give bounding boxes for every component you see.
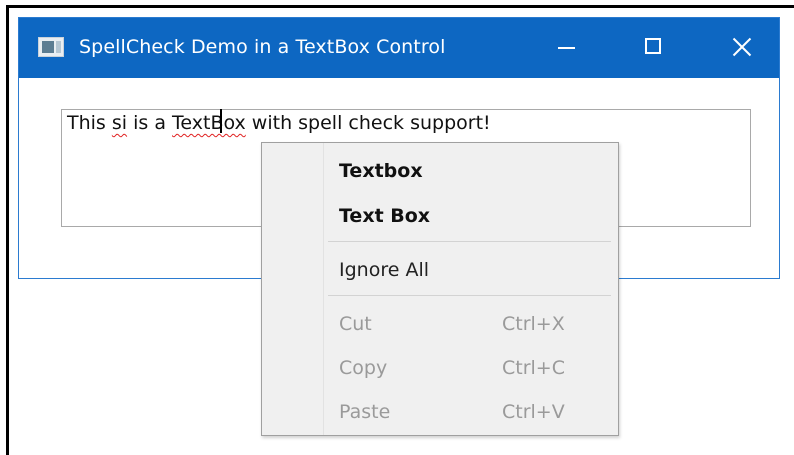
menu-item-shortcut: Ctrl+C	[502, 357, 565, 379]
menu-item-label: Text Box	[339, 205, 431, 227]
misspelled-word-selected[interactable]: TextBox	[172, 112, 246, 134]
menu-item-label: Textbox	[339, 160, 423, 182]
menu-item-suggestion-text-box[interactable]: Text Box	[262, 196, 618, 236]
menu-item-label: Copy	[339, 357, 388, 379]
spellcheck-context-menu: Textbox Text Box Ignore All Cut Ctrl+X C…	[261, 142, 619, 436]
maximize-icon	[645, 38, 661, 54]
window-app-icon[interactable]	[38, 37, 64, 57]
minimize-button[interactable]	[533, 18, 597, 78]
text-segment: This	[67, 112, 112, 134]
text-caret	[220, 109, 222, 133]
menu-item-copy[interactable]: Copy Ctrl+C	[262, 348, 618, 388]
menu-separator	[328, 295, 611, 296]
text-segment: with spell check support!	[245, 112, 491, 134]
screenshot-frame-left	[6, 5, 9, 455]
menu-item-shortcut: Ctrl+V	[502, 401, 565, 423]
title-bar[interactable]: SpellCheck Demo in a TextBox Control	[19, 18, 779, 78]
close-button[interactable]	[709, 18, 773, 78]
menu-item-ignore-all[interactable]: Ignore All	[262, 250, 618, 290]
menu-item-cut[interactable]: Cut Ctrl+X	[262, 304, 618, 344]
screenshot-frame-top	[6, 5, 794, 8]
menu-item-paste[interactable]: Paste Ctrl+V	[262, 392, 618, 432]
maximize-button[interactable]	[621, 18, 685, 78]
text-segment: is a	[127, 112, 173, 134]
menu-item-label: Cut	[339, 313, 372, 335]
menu-separator	[328, 241, 611, 242]
window-title: SpellCheck Demo in a TextBox Control	[79, 36, 446, 58]
menu-item-shortcut: Ctrl+X	[502, 313, 565, 335]
menu-item-label: Ignore All	[339, 259, 430, 281]
misspelled-word[interactable]: si	[112, 112, 127, 134]
app-icon-pane-secondary	[56, 41, 61, 53]
menu-item-label: Paste	[339, 401, 391, 423]
app-icon-pane	[42, 41, 54, 53]
close-icon	[731, 36, 753, 58]
textbox-text: This si is a TextBox with spell check su…	[67, 111, 491, 135]
menu-item-suggestion-textbox[interactable]: Textbox	[262, 151, 618, 191]
minimize-icon	[558, 47, 575, 49]
